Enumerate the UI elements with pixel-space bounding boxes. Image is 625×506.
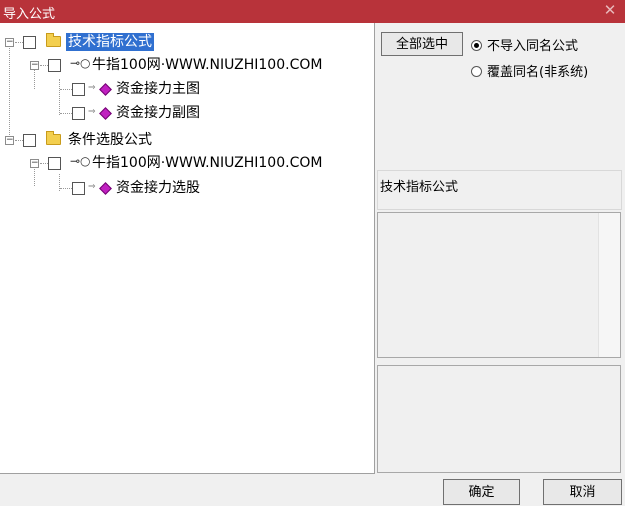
ok-button[interactable]: 确定: [443, 479, 520, 505]
collapse-icon[interactable]: −: [30, 61, 39, 70]
tree-connector: [40, 163, 48, 164]
item-checkbox[interactable]: [72, 107, 85, 120]
tree-connector: [60, 188, 72, 189]
item-label[interactable]: 资金接力主图: [116, 80, 200, 98]
close-icon[interactable]: ✕: [603, 2, 617, 18]
radio-overwrite-same[interactable]: 覆盖同名(非系统): [471, 61, 588, 80]
radio-unchecked-icon[interactable]: [471, 66, 482, 77]
collapse-icon[interactable]: −: [5, 136, 14, 145]
folder-icon: [46, 33, 61, 47]
formula-tree[interactable]: − 技术指标公式 − ⊸○ 牛指100网·WWW.NIUZHI100.COM ⇒…: [0, 23, 375, 474]
radio-no-import-same[interactable]: 不导入同名公式: [471, 35, 578, 54]
selected-name-box: 技术指标公式: [377, 170, 622, 210]
window-title: 导入公式: [3, 7, 56, 22]
site-label[interactable]: 牛指100网·WWW.NIUZHI100.COM: [92, 154, 322, 172]
tree-group-conditional[interactable]: − 条件选股公式: [0, 129, 374, 151]
item-label[interactable]: 资金接力副图: [116, 104, 200, 122]
folder-icon: [46, 131, 61, 145]
site-label[interactable]: 牛指100网·WWW.NIUZHI100.COM: [92, 56, 322, 74]
tree-item[interactable]: ⇒ 资金接力选股: [0, 177, 374, 199]
radio-label: 不导入同名公式: [487, 39, 579, 54]
radio-label: 覆盖同名(非系统): [487, 65, 589, 80]
site-checkbox[interactable]: [48, 157, 61, 170]
title-bar: 导入公式 ✕: [0, 0, 625, 23]
tree-connector: [40, 65, 48, 66]
tree-connector: [60, 89, 72, 90]
item-checkbox[interactable]: [72, 83, 85, 96]
radio-checked-icon[interactable]: [471, 40, 482, 51]
group-checkbox[interactable]: [23, 134, 36, 147]
tree-connector: [15, 42, 23, 43]
tree-item[interactable]: ⇒ 资金接力副图: [0, 102, 374, 124]
item-label[interactable]: 资金接力选股: [116, 179, 200, 197]
site-checkbox[interactable]: [48, 59, 61, 72]
arrow-icon: ⇒: [88, 83, 96, 93]
tree-group-technical[interactable]: − 技术指标公式: [0, 31, 374, 53]
detail-box[interactable]: [377, 365, 621, 473]
description-box[interactable]: [377, 212, 621, 358]
key-icon: ⊸○: [70, 154, 91, 168]
formula-icon: [99, 182, 112, 195]
item-checkbox[interactable]: [72, 182, 85, 195]
selected-name: 技术指标公式: [380, 180, 459, 195]
select-all-button[interactable]: 全部选中: [381, 32, 463, 56]
tree-item[interactable]: ⇒ 资金接力主图: [0, 78, 374, 100]
formula-icon: [99, 83, 112, 96]
collapse-icon[interactable]: −: [5, 38, 14, 47]
arrow-icon: ⇒: [88, 107, 96, 117]
tree-site-node[interactable]: − ⊸○ 牛指100网·WWW.NIUZHI100.COM: [0, 152, 374, 174]
key-icon: ⊸○: [70, 56, 91, 70]
tree-group-label[interactable]: 技术指标公式: [66, 33, 154, 51]
scrollbar[interactable]: [598, 213, 620, 357]
tree-connector: [60, 113, 72, 114]
group-checkbox[interactable]: [23, 36, 36, 49]
tree-site-node[interactable]: − ⊸○ 牛指100网·WWW.NIUZHI100.COM: [0, 54, 374, 76]
collapse-icon[interactable]: −: [30, 159, 39, 168]
formula-icon: [99, 107, 112, 120]
tree-connector: [15, 140, 23, 141]
arrow-icon: ⇒: [88, 182, 96, 192]
tree-group-label[interactable]: 条件选股公式: [68, 131, 152, 149]
cancel-button[interactable]: 取消: [543, 479, 622, 505]
